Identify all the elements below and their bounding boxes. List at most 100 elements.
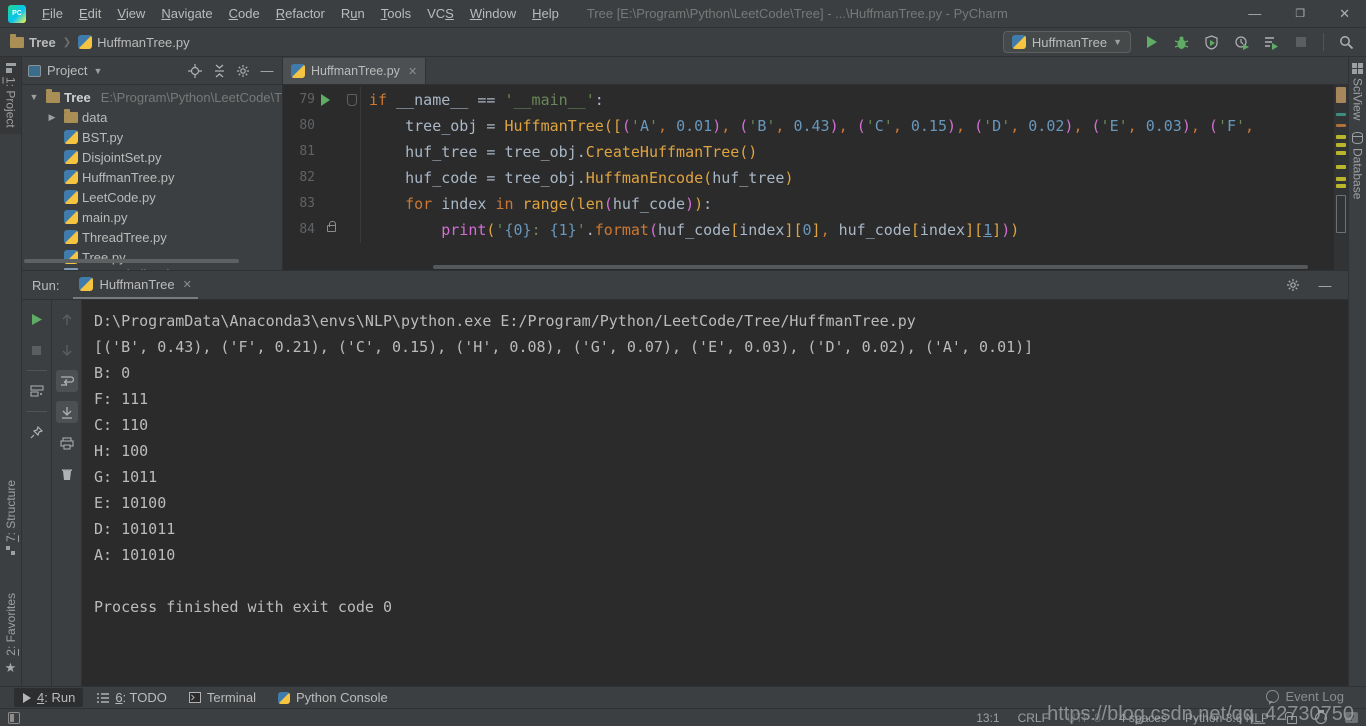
tab-close-icon[interactable]: ✕ bbox=[183, 278, 192, 291]
run-with-configuration-button[interactable] bbox=[1261, 32, 1281, 52]
menu-run[interactable]: Run bbox=[333, 6, 373, 21]
toolwindow-button-terminal[interactable]: Terminal bbox=[181, 688, 264, 707]
run-console-output[interactable]: D:\ProgramData\Anaconda3\envs\NLP\python… bbox=[82, 300, 1348, 686]
profiler-button[interactable] bbox=[1231, 32, 1251, 52]
tab-close-icon[interactable]: ✕ bbox=[408, 65, 417, 78]
menu-vcs[interactable]: VCS bbox=[419, 6, 462, 21]
interpreter-indicator[interactable]: Python 3.6 NLP bbox=[1185, 711, 1269, 725]
project-tree-row-threadtree-py[interactable]: ThreadTree.py bbox=[22, 227, 282, 247]
project-tree-row-huffmantree-py[interactable]: HuffmanTree.py bbox=[22, 167, 282, 187]
menu-tools[interactable]: Tools bbox=[373, 6, 419, 21]
hide-panel-button[interactable]: — bbox=[258, 62, 276, 80]
project-tree-row-data[interactable]: ▶ data bbox=[22, 107, 282, 127]
close-icon[interactable]: ✕ bbox=[1339, 6, 1350, 22]
stripe-button-sciview[interactable]: SciView bbox=[1349, 57, 1366, 126]
left-tool-stripe: 1: Project 7: Structure 2: Favorites★ bbox=[0, 57, 22, 686]
caret-position[interactable]: 13:1 bbox=[976, 711, 999, 725]
collapse-all-button[interactable] bbox=[210, 62, 228, 80]
menu-view[interactable]: View bbox=[109, 6, 153, 21]
toolwindow-button-4-run[interactable]: 4: Run bbox=[14, 688, 83, 707]
run-button[interactable] bbox=[1141, 32, 1161, 52]
breadcrumb-project[interactable]: Tree bbox=[29, 35, 56, 50]
down-stack-trace-button[interactable] bbox=[56, 339, 78, 361]
menu-edit[interactable]: Edit bbox=[71, 6, 109, 21]
unlock-icon[interactable] bbox=[1287, 716, 1297, 724]
breadcrumb-file[interactable]: HuffmanTree.py bbox=[97, 35, 190, 50]
project-tree-row-tree[interactable]: ▼TreeE:\Program\Python\LeetCode\Tr bbox=[22, 87, 282, 107]
toolwindow-button-python-console[interactable]: Python Console bbox=[270, 688, 396, 707]
menu-help[interactable]: Help bbox=[524, 6, 567, 21]
locate-file-button[interactable] bbox=[186, 62, 204, 80]
rerun-button[interactable] bbox=[26, 308, 48, 330]
line-ending-indicator[interactable]: CRLF bbox=[1018, 711, 1049, 725]
stripe-button-2-favorites[interactable]: 2: Favorites★ bbox=[4, 587, 18, 682]
code-text: print('{0}: {1}'.format(huf_code[index][… bbox=[369, 217, 1348, 243]
fold-region-icon[interactable] bbox=[347, 94, 357, 106]
stripe-button-1-project[interactable]: 1: Project bbox=[0, 57, 21, 134]
project-stripe-icon bbox=[6, 63, 16, 73]
project-horizontal-scrollbar[interactable] bbox=[24, 259, 239, 263]
pin-tab-button[interactable] bbox=[26, 421, 48, 443]
scroll-mark bbox=[1336, 184, 1346, 188]
python-file-icon bbox=[64, 130, 78, 144]
up-stack-trace-button[interactable] bbox=[56, 308, 78, 330]
restore-layout-button[interactable] bbox=[26, 380, 48, 402]
run-config-selector[interactable]: HuffmanTree ▼ bbox=[1003, 31, 1131, 53]
menu-window[interactable]: Window bbox=[462, 6, 524, 21]
search-everywhere-icon[interactable] bbox=[1336, 32, 1356, 52]
editor-scroll-marker-bar[interactable] bbox=[1334, 85, 1348, 270]
toolwindow-button-6-todo[interactable]: 6: TODO bbox=[89, 688, 175, 707]
toolwindow-toggle-icon[interactable] bbox=[8, 712, 20, 724]
toolwindow-button-label: Terminal bbox=[207, 690, 256, 705]
scrollbar-thumb[interactable] bbox=[1336, 195, 1346, 233]
coverage-button[interactable] bbox=[1201, 32, 1221, 52]
clear-console-button[interactable] bbox=[56, 463, 78, 485]
stripe-button-label: 1: Project bbox=[4, 77, 18, 128]
restore-icon[interactable]: ❐ bbox=[1295, 7, 1305, 20]
run-panel-label: Run: bbox=[32, 278, 59, 293]
panel-settings-gear-icon[interactable] bbox=[234, 62, 252, 80]
highlighting-level-icon[interactable] bbox=[1315, 712, 1327, 724]
project-tool-window-icon bbox=[28, 65, 41, 77]
menu-navigate[interactable]: Navigate bbox=[153, 6, 220, 21]
scroll-to-end-toggle[interactable] bbox=[56, 401, 78, 423]
stripe-button-database[interactable]: Database bbox=[1349, 126, 1366, 205]
hide-run-panel-button[interactable]: — bbox=[1316, 276, 1334, 294]
stop-button[interactable] bbox=[1291, 32, 1311, 52]
run-tab-huffmantree[interactable]: HuffmanTree ✕ bbox=[73, 271, 197, 299]
menu-file[interactable]: File bbox=[34, 6, 71, 21]
title-bar: PC FileEditViewNavigateCodeRefactorRunTo… bbox=[0, 0, 1366, 28]
run-line-icon[interactable] bbox=[321, 94, 330, 106]
scroll-mark bbox=[1336, 87, 1346, 103]
encoding-indicator[interactable]: UTF-8 bbox=[1067, 711, 1101, 725]
indent-indicator[interactable]: 4 spaces bbox=[1119, 711, 1167, 725]
scroll-mark bbox=[1336, 177, 1346, 181]
project-tree-row-main-py[interactable]: main.py bbox=[22, 207, 282, 227]
editor-tab-huffmantree[interactable]: HuffmanTree.py ✕ bbox=[283, 58, 426, 84]
code-editor[interactable]: 79if __name__ == '__main__':80 tree_obj … bbox=[283, 85, 1348, 270]
tree-item-label: main.py bbox=[82, 210, 128, 225]
debug-button[interactable] bbox=[1171, 32, 1191, 52]
project-view-selector[interactable]: Project ▼ bbox=[28, 63, 102, 78]
status-bar: 13:1 CRLF UTF-8 4 spaces Python 3.6 NLP … bbox=[0, 708, 1366, 726]
menu-code[interactable]: Code bbox=[221, 6, 268, 21]
minimize-icon[interactable]: — bbox=[1248, 6, 1261, 21]
scroll-mark bbox=[1336, 124, 1346, 127]
project-tree-row-external-libraries[interactable]: External Libraries bbox=[22, 264, 282, 270]
expand-arrow-icon[interactable]: ▶ bbox=[44, 112, 60, 123]
event-log-button[interactable]: Event Log bbox=[1266, 689, 1344, 704]
editor-horizontal-scrollbar[interactable] bbox=[433, 265, 1308, 269]
code-line-84: 84 print('{0}: {1}'.format(huf_code[inde… bbox=[283, 217, 1348, 243]
expand-arrow-icon[interactable]: ▼ bbox=[26, 92, 42, 102]
stop-process-button[interactable] bbox=[26, 339, 48, 361]
project-tree-row-bst-py[interactable]: BST.py bbox=[22, 127, 282, 147]
run-settings-gear-icon[interactable] bbox=[1284, 276, 1302, 294]
notification-badge-icon[interactable]: ? bbox=[1345, 712, 1358, 723]
project-tree-row-disjointset-py[interactable]: DisjointSet.py bbox=[22, 147, 282, 167]
stripe-button-7-structure[interactable]: 7: Structure bbox=[4, 474, 18, 561]
tree-item-label: data bbox=[82, 110, 107, 125]
print-button[interactable] bbox=[56, 432, 78, 454]
soft-wrap-toggle[interactable] bbox=[56, 370, 78, 392]
project-tree-row-leetcode-py[interactable]: LeetCode.py bbox=[22, 187, 282, 207]
menu-refactor[interactable]: Refactor bbox=[268, 6, 333, 21]
